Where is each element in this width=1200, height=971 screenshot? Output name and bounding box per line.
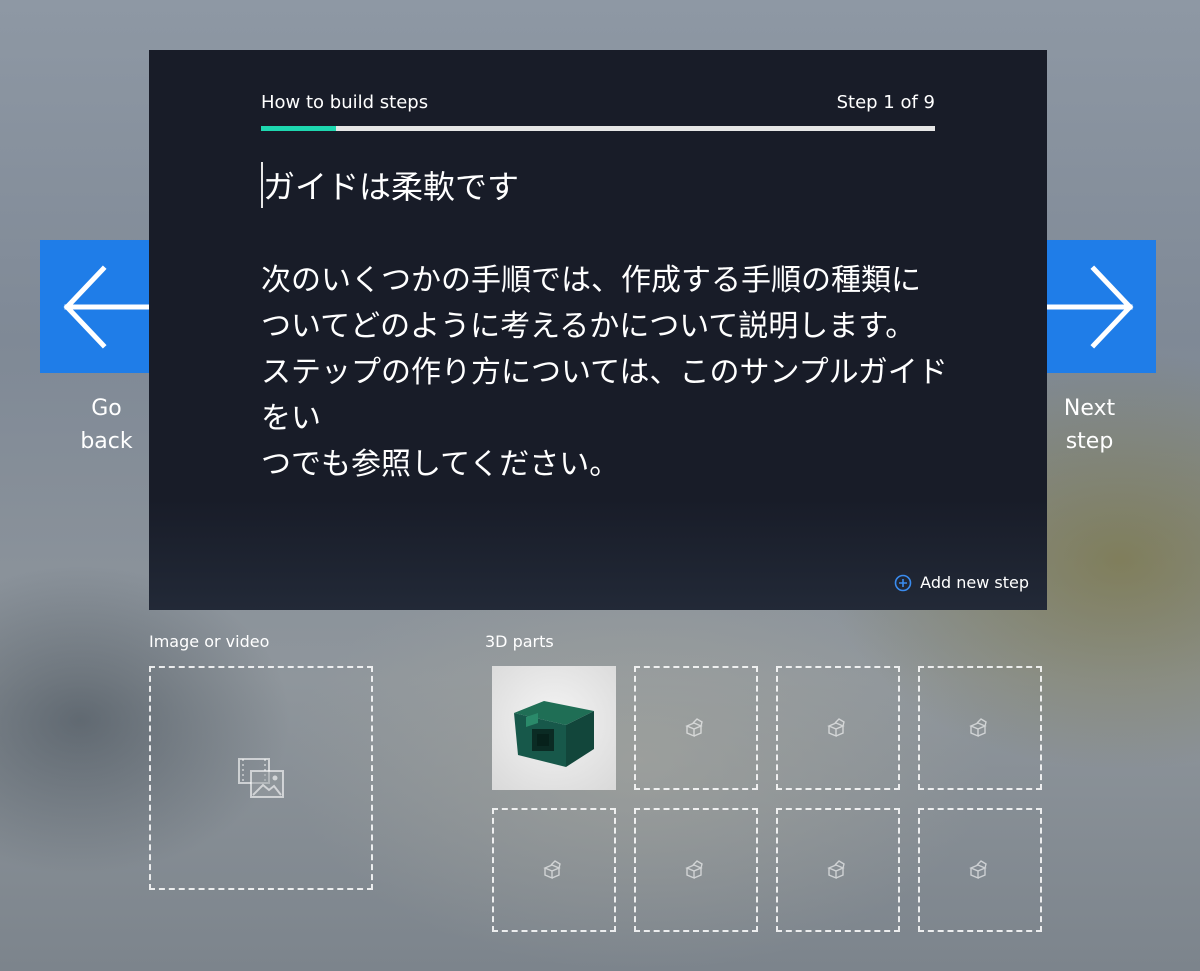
3d-part-icon xyxy=(969,860,987,880)
3d-part-slot[interactable] xyxy=(776,808,900,932)
step-title-field[interactable]: ガイドは柔軟です xyxy=(261,162,519,208)
step-progress-bar xyxy=(261,126,935,131)
guide-title: How to build steps xyxy=(261,92,429,113)
add-new-step-label: Add new step xyxy=(920,573,1029,592)
image-video-label: Image or video xyxy=(149,632,270,651)
3d-part-icon xyxy=(685,860,703,880)
3d-part-thumbnail[interactable] xyxy=(492,666,616,790)
step-header: How to build steps Step 1 of 9 xyxy=(261,92,935,113)
3d-part-icon xyxy=(827,718,845,738)
step-body-field[interactable]: 次のいくつかの手順では、作成する手順の種類に ついてどのように考えるかについて説… xyxy=(261,258,951,488)
arrow-right-icon xyxy=(1045,264,1133,349)
green-block-part-icon xyxy=(514,701,594,767)
step-progress-fill xyxy=(261,126,336,131)
3d-part-slot[interactable] xyxy=(918,808,1042,932)
add-new-step-button[interactable]: Add new step xyxy=(894,573,1029,592)
plus-circle-icon xyxy=(894,574,912,591)
3d-part-slot[interactable] xyxy=(918,666,1042,790)
image-video-slot[interactable] xyxy=(149,666,373,890)
3d-part-slot[interactable] xyxy=(776,666,900,790)
3d-parts-label: 3D parts xyxy=(485,632,554,651)
step-card: How to build steps Step 1 of 9 ガイドは柔軟です … xyxy=(149,50,1047,610)
3d-part-slot[interactable] xyxy=(492,808,616,932)
arrow-left-icon xyxy=(63,264,151,349)
3d-part-icon xyxy=(543,860,561,880)
3d-part-slot[interactable] xyxy=(634,808,758,932)
image-placeholder-icon xyxy=(238,758,284,798)
3d-part-slot[interactable] xyxy=(634,666,758,790)
step-counter: Step 1 of 9 xyxy=(836,92,935,113)
3d-part-icon xyxy=(969,718,987,738)
3d-part-icon xyxy=(827,860,845,880)
3d-part-icon xyxy=(685,718,703,738)
